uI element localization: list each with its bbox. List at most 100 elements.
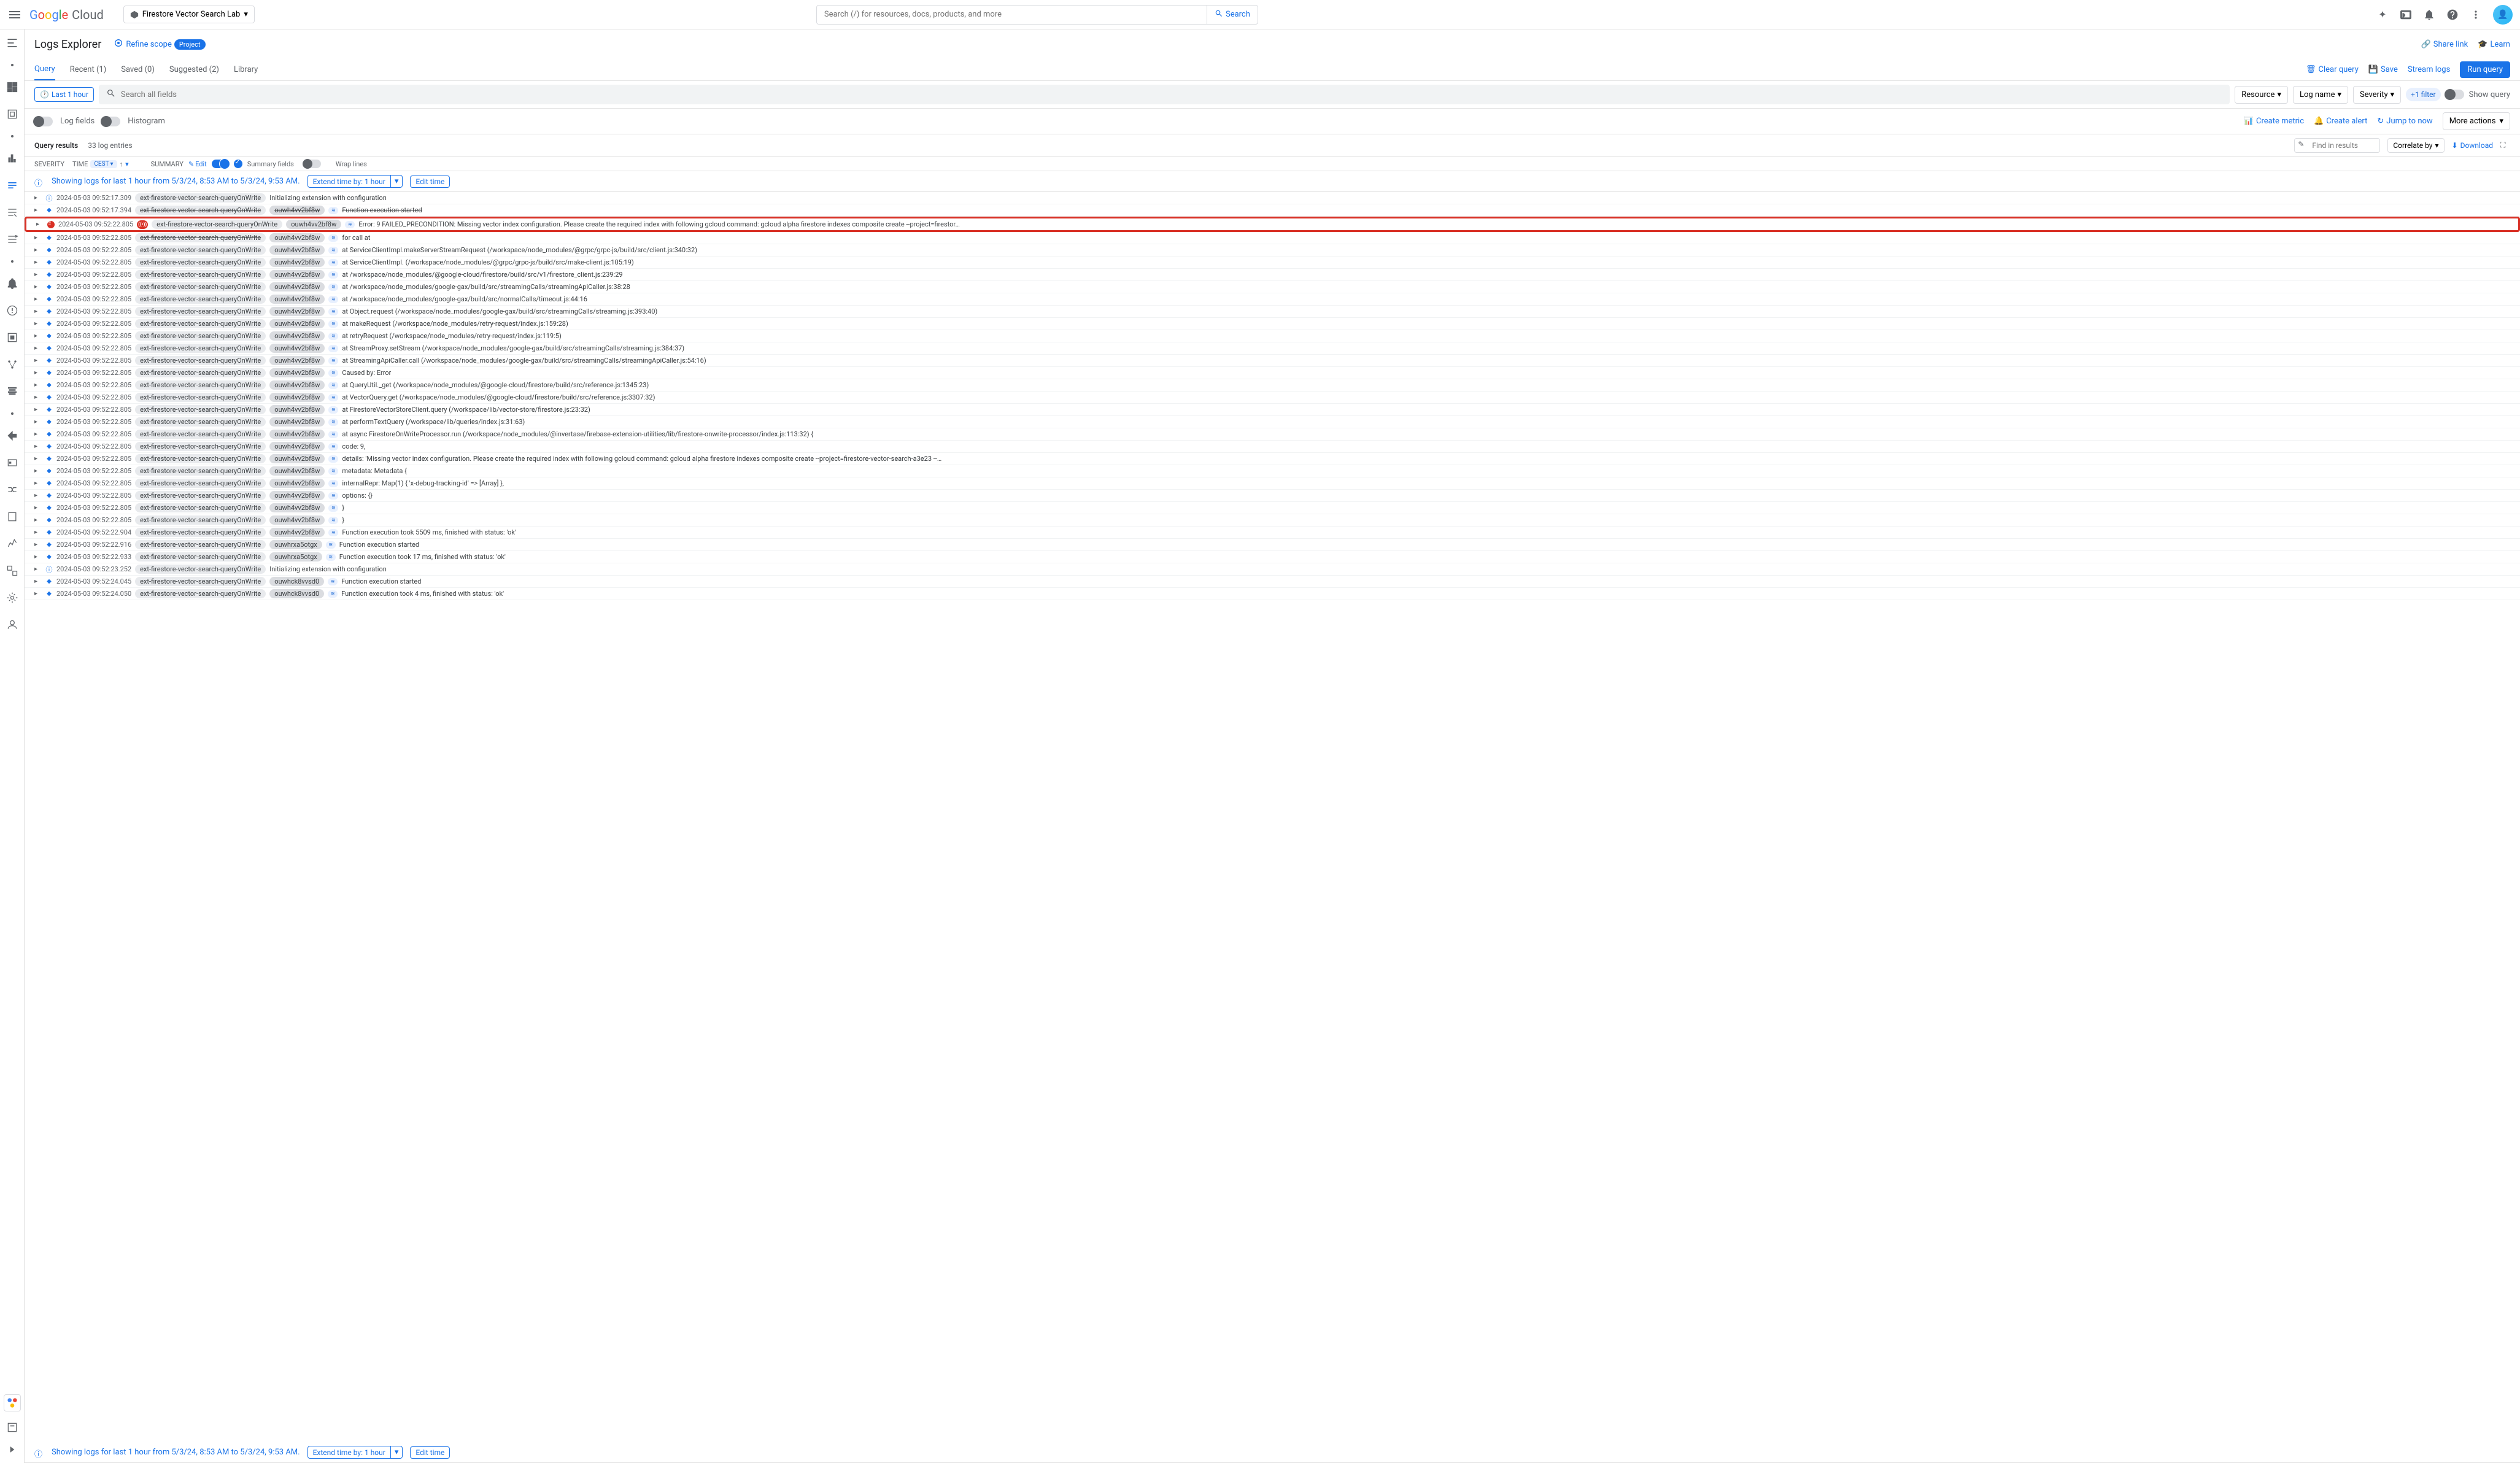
expand-row-icon[interactable]: ▸: [34, 369, 42, 376]
execution-id-chip[interactable]: ouwh4vv2bf8w: [269, 206, 325, 215]
expand-row-icon[interactable]: ▸: [34, 357, 42, 364]
function-chip[interactable]: ext-firestore-vector-search-queryOnWrite: [135, 565, 266, 574]
stream-logs-button[interactable]: Stream logs: [2408, 65, 2450, 74]
expand-row-icon[interactable]: ▸: [34, 566, 42, 573]
execution-id-chip[interactable]: ouwh4vv2bf8w: [269, 258, 325, 267]
tab-library[interactable]: Library: [234, 59, 258, 80]
project-selector[interactable]: Firestore Vector Search Lab ▾: [123, 6, 255, 23]
expand-row-icon[interactable]: ▸: [34, 431, 42, 438]
function-chip[interactable]: ext-firestore-vector-search-queryOnWrite: [135, 344, 266, 353]
help-icon[interactable]: [2446, 9, 2459, 21]
trace-icon[interactable]: ≋: [328, 207, 338, 214]
tab-recent[interactable]: Recent (1): [70, 59, 107, 80]
expand-row-icon[interactable]: ▸: [34, 468, 42, 474]
resource-dropdown[interactable]: Resource ▾: [2235, 86, 2288, 104]
tab-suggested[interactable]: Suggested (2): [169, 59, 219, 80]
function-chip[interactable]: ext-firestore-vector-search-queryOnWrite: [135, 193, 266, 203]
function-chip[interactable]: ext-firestore-vector-search-queryOnWrite: [135, 270, 266, 279]
expand-row-icon[interactable]: ▸: [34, 296, 42, 303]
execution-id-chip[interactable]: ouwh4vv2bf8w: [269, 417, 325, 427]
function-chip[interactable]: ext-firestore-vector-search-queryOnWrite: [135, 319, 266, 328]
expand-row-icon[interactable]: ▸: [34, 394, 42, 401]
function-chip[interactable]: ext-firestore-vector-search-queryOnWrite: [135, 528, 266, 537]
trace-icon[interactable]: ≋: [328, 345, 338, 352]
trace-icon[interactable]: ≋: [328, 271, 338, 279]
log-row[interactable]: ▸ 2024-05-03 09:52:22.805 ext-firestore-…: [25, 257, 2520, 269]
log-row[interactable]: ▸ 2024-05-03 09:52:22.933 ext-firestore-…: [25, 551, 2520, 563]
trace-icon[interactable]: ≋: [328, 529, 338, 536]
execution-id-chip[interactable]: ouwh4vv2bf8w: [269, 393, 325, 402]
correlate-dropdown[interactable]: Correlate by ▾: [2387, 138, 2444, 153]
trace-icon[interactable]: ≋: [328, 320, 338, 328]
function-chip[interactable]: ext-firestore-vector-search-queryOnWrite: [135, 405, 266, 414]
execution-id-chip[interactable]: ouwh4vv2bf8w: [269, 503, 325, 512]
log-row[interactable]: ▸ 2024-05-03 09:52:22.805 ext-firestore-…: [25, 232, 2520, 244]
execution-id-chip[interactable]: ouwh4vv2bf8w: [269, 270, 325, 279]
rail-alerting-icon[interactable]: [6, 277, 18, 290]
notifications-icon[interactable]: [2423, 9, 2435, 21]
log-row[interactable]: ▸ 2024-05-03 09:52:22.805 ext-firestore-…: [25, 404, 2520, 416]
log-row[interactable]: ▸ 2024-05-03 09:52:22.805 ext-firestore-…: [25, 306, 2520, 318]
execution-id-chip[interactable]: ouwh4vv2bf8w: [269, 368, 325, 377]
rail-migrate-icon[interactable]: [6, 430, 18, 442]
expand-row-icon[interactable]: ▸: [34, 590, 42, 597]
rail-shuffle-icon[interactable]: [6, 484, 18, 496]
histogram-toggle[interactable]: [102, 117, 120, 126]
sort-ascending-icon[interactable]: ↑: [120, 160, 123, 168]
trace-icon[interactable]: ≋: [328, 517, 338, 524]
fullscreen-icon[interactable]: ⛶: [2500, 141, 2510, 150]
rail-slo-icon[interactable]: [6, 358, 18, 371]
execution-id-chip[interactable]: ouwh4vv2bf8w: [269, 430, 325, 439]
expand-row-icon[interactable]: ▸: [36, 221, 44, 228]
rail-log-analytics-icon[interactable]: [6, 206, 18, 218]
log-row[interactable]: ▸ 2024-05-03 09:52:22.805 ((•))ext-fires…: [25, 217, 2520, 232]
trace-icon[interactable]: ≋: [326, 554, 336, 561]
trace-icon[interactable]: ≋: [328, 578, 338, 585]
trace-icon[interactable]: ≋: [328, 259, 338, 266]
function-chip[interactable]: ext-firestore-vector-search-queryOnWrite: [135, 466, 266, 476]
clear-query-button[interactable]: 🗑 Clear query: [2306, 65, 2359, 74]
log-row[interactable]: ▸ 2024-05-03 09:52:22.805 ext-firestore-…: [25, 416, 2520, 428]
execution-id-chip[interactable]: ouwh4vv2bf8w: [269, 295, 325, 304]
edit-time-button[interactable]: Edit time: [410, 176, 450, 188]
log-fields-toggle[interactable]: [34, 117, 53, 126]
execution-id-chip[interactable]: ouwh4vv2bf8w: [269, 307, 325, 316]
extend-time-button[interactable]: Extend time by: 1 hour: [307, 175, 391, 188]
rail-logs-icon[interactable]: [6, 179, 18, 191]
execution-id-chip[interactable]: ouwh4vv2bf8w: [269, 491, 325, 500]
rail-pin-icon[interactable]: [6, 37, 18, 49]
function-chip[interactable]: ext-firestore-vector-search-queryOnWrite: [135, 356, 266, 365]
log-row[interactable]: ▸ 2024-05-03 09:52:22.805 ext-firestore-…: [25, 514, 2520, 527]
expand-row-icon[interactable]: ▸: [34, 207, 42, 214]
log-row[interactable]: ▸ 2024-05-03 09:52:22.805 ext-firestore-…: [25, 477, 2520, 490]
rail-permissions-icon[interactable]: [6, 619, 18, 631]
execution-id-chip[interactable]: ouwh4vv2bf8w: [269, 282, 325, 291]
rail-groups-icon[interactable]: [6, 565, 18, 577]
download-button[interactable]: ⬇ Download: [2452, 141, 2493, 150]
execution-id-chip[interactable]: ouwh4vv2bf8w: [269, 319, 325, 328]
time-range-chip[interactable]: 🕐 Last 1 hour: [34, 87, 94, 102]
execution-id-chip[interactable]: ouwh4vv2bf8w: [269, 331, 325, 341]
execution-id-chip[interactable]: ouwh4vv2bf8w: [269, 466, 325, 476]
timezone-chip[interactable]: CEST ▾: [90, 160, 117, 168]
expand-row-icon[interactable]: ▸: [34, 443, 42, 450]
log-row[interactable]: ▸ 2024-05-03 09:52:22.805 ext-firestore-…: [25, 269, 2520, 281]
expand-row-icon[interactable]: ▸: [34, 234, 42, 241]
expand-row-icon[interactable]: ▸: [34, 480, 42, 487]
search-fields-input[interactable]: [121, 90, 2222, 99]
trace-icon[interactable]: ≋: [328, 504, 338, 512]
expand-row-icon[interactable]: ▸: [34, 578, 42, 585]
execution-id-chip[interactable]: ouwh4vv2bf8w: [269, 479, 325, 488]
edit-time-button[interactable]: Edit time: [410, 1446, 450, 1459]
execution-id-chip[interactable]: ouwh4vv2bf8w: [269, 380, 325, 390]
function-chip[interactable]: ext-firestore-vector-search-queryOnWrite: [135, 245, 266, 255]
expand-row-icon[interactable]: ▸: [34, 419, 42, 425]
execution-id-chip[interactable]: ouwhck8vvsd0: [269, 577, 324, 586]
function-chip[interactable]: ext-firestore-vector-search-queryOnWrite: [135, 417, 266, 427]
function-chip[interactable]: ext-firestore-vector-search-queryOnWrite: [135, 552, 266, 562]
rail-uptime-icon[interactable]: [6, 331, 18, 344]
summary-fields-toggle[interactable]: [212, 160, 229, 168]
hamburger-menu-icon[interactable]: [7, 7, 22, 22]
function-chip[interactable]: ext-firestore-vector-search-queryOnWrite: [135, 491, 266, 500]
trace-icon[interactable]: ≋: [328, 333, 338, 340]
